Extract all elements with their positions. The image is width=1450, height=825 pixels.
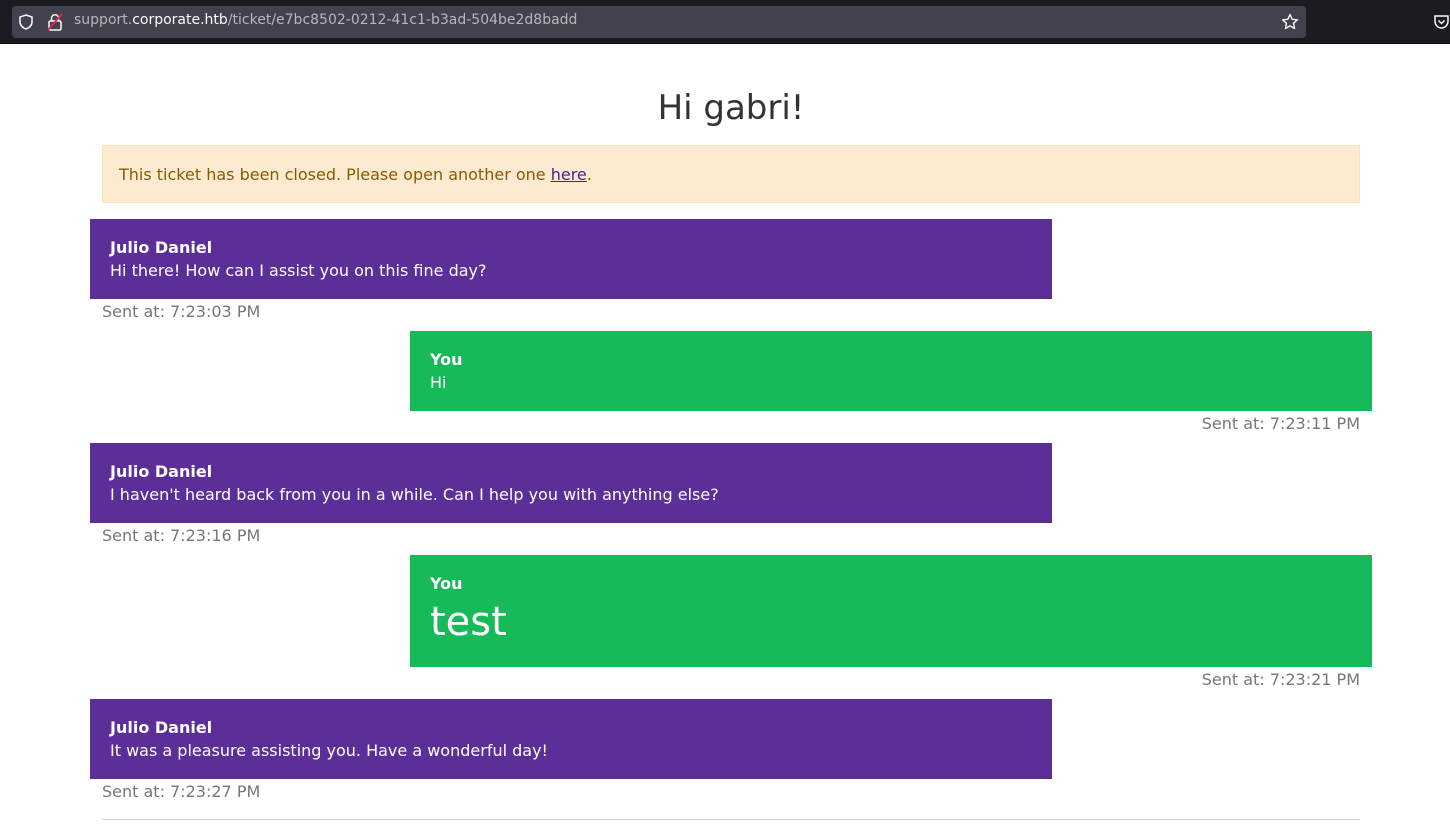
message-text: I haven't heard back from you in a while… <box>110 485 719 504</box>
message-text: It was a pleasure assisting you. Have a … <box>110 741 548 760</box>
chat-message-user: You Hi <box>410 331 1372 411</box>
message-timestamp: Sent at: 7:23:11 PM <box>1201 414 1360 433</box>
message-timestamp: Sent at: 7:23:16 PM <box>102 526 261 545</box>
pocket-icon[interactable] <box>1433 14 1450 30</box>
browser-toolbar: support.corporate.htb/ticket/e7bc8502-02… <box>0 0 1450 44</box>
chat-message-user: You test <box>410 555 1372 667</box>
message-timestamp: Sent at: 7:23:27 PM <box>102 782 261 801</box>
url-path: /ticket/e7bc8502-0212-41c1-b3ad-504be2d8… <box>227 12 578 28</box>
chat-message-agent: Julio Daniel Hi there! How can I assist … <box>90 219 1052 299</box>
shield-icon[interactable] <box>18 14 34 30</box>
ticket-closed-alert: This ticket has been closed. Please open… <box>102 145 1360 203</box>
page-title: Hi gabri! <box>657 88 805 128</box>
message-sender: Julio Daniel <box>110 238 213 257</box>
open-new-ticket-link[interactable]: here <box>551 165 587 184</box>
chat-message-agent: Julio Daniel I haven't heard back from y… <box>90 443 1052 523</box>
chat-message-agent: Julio Daniel It was a pleasure assisting… <box>90 699 1052 779</box>
message-sender: You <box>430 350 463 369</box>
message-sender: You <box>430 574 463 593</box>
message-sender: Julio Daniel <box>110 718 213 737</box>
message-timestamp: Sent at: 7:23:21 PM <box>1201 670 1360 689</box>
message-timestamp: Sent at: 7:23:03 PM <box>102 302 261 321</box>
url-host: corporate.htb <box>132 12 228 28</box>
alert-suffix: . <box>586 165 592 184</box>
url-text[interactable]: support.corporate.htb/ticket/e7bc8502-02… <box>74 12 577 28</box>
star-icon[interactable] <box>1281 13 1299 31</box>
message-text: Hi there! How can I assist you on this f… <box>110 261 487 280</box>
message-sender: Julio Daniel <box>110 462 213 481</box>
divider <box>102 819 1360 820</box>
message-text: Hi <box>430 373 447 392</box>
alert-text: This ticket has been closed. Please open… <box>119 165 551 184</box>
message-text: test <box>430 599 507 645</box>
url-prefix: support. <box>74 12 133 28</box>
lock-icon[interactable] <box>47 13 63 31</box>
